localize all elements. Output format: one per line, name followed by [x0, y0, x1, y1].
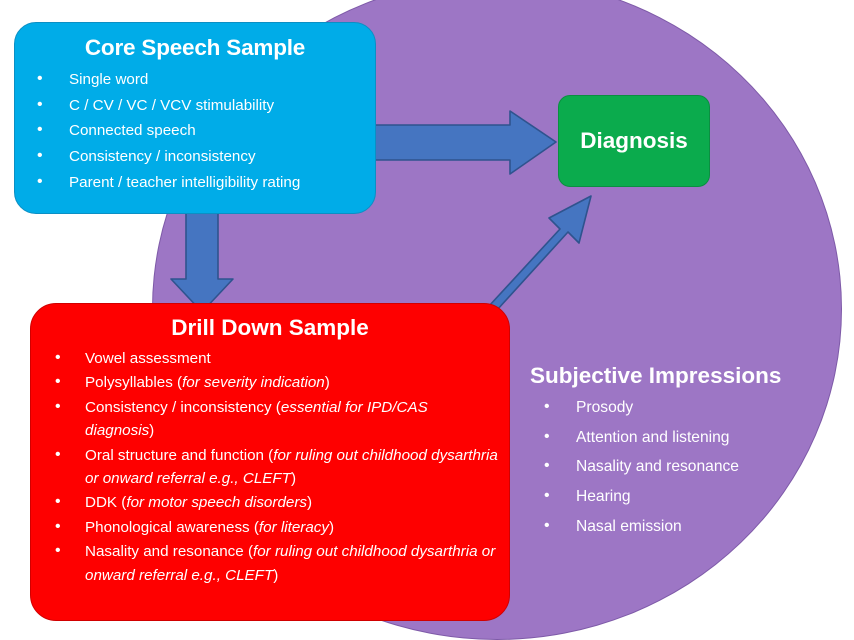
- item-after: ): [149, 422, 155, 440]
- drill-down-sample-list: Vowel assessment Polysyllables (for seve…: [41, 346, 499, 587]
- item-text: Oral structure and function (: [85, 446, 274, 464]
- list-item: Prosody: [528, 393, 828, 422]
- list-item: C / CV / VC / VCV stimulability: [23, 93, 367, 118]
- item-text: Vowel assessment: [85, 349, 211, 367]
- list-item: Consistency / inconsistency: [23, 144, 367, 169]
- item-text: Polysyllables (: [85, 374, 183, 392]
- item-note: for motor speech disorders: [126, 494, 307, 512]
- list-item: DDK (for motor speech disorders): [41, 490, 499, 515]
- item-after: ): [324, 374, 330, 392]
- item-text: Nasality and resonance (: [85, 543, 253, 561]
- list-item: Attention and listening: [528, 423, 828, 452]
- subjective-impressions-title: Subjective Impressions: [530, 363, 782, 388]
- item-text: Phonological awareness (: [85, 518, 259, 536]
- list-item: Nasality and resonance: [528, 452, 828, 481]
- item-after: ): [328, 518, 335, 536]
- core-speech-sample-title: Core Speech Sample: [84, 35, 306, 60]
- drill-down-sample-title: Drill Down Sample: [171, 315, 369, 340]
- item-after: ): [273, 566, 279, 584]
- drill-down-sample-box: Drill Down Sample Vowel assessment Polys…: [30, 303, 510, 621]
- item-note: for literacy: [258, 518, 329, 536]
- list-item: Oral structure and function (for ruling …: [41, 443, 499, 491]
- list-item: Nasality and resonance (for ruling out c…: [41, 539, 499, 587]
- subjective-impressions-list: Prosody Attention and listening Nasality…: [528, 393, 828, 541]
- subjective-impressions-block: Subjective Impressions Prosody Attention…: [528, 363, 828, 543]
- list-item: Vowel assessment: [41, 346, 499, 371]
- list-item: Connected speech: [23, 118, 367, 143]
- core-speech-sample-box: Core Speech Sample Single word C / CV / …: [14, 22, 376, 214]
- list-item: Single word: [23, 67, 367, 92]
- item-after: ): [307, 494, 313, 512]
- item-text: Consistency / inconsistency (: [85, 398, 281, 416]
- list-item: Nasal emission: [528, 512, 828, 541]
- item-text: DDK (: [85, 494, 127, 512]
- item-after: ): [290, 469, 297, 487]
- list-item: Phonological awareness (for literacy): [41, 515, 499, 540]
- list-item: Hearing: [528, 482, 828, 511]
- item-note: for severity indication: [182, 374, 325, 392]
- list-item: Polysyllables (for severity indication): [41, 370, 499, 395]
- diagnosis-box: Diagnosis: [558, 95, 710, 187]
- list-item: Parent / teacher intelligibility rating: [23, 170, 367, 195]
- core-speech-sample-list: Single word C / CV / VC / VCV stimulabil…: [23, 67, 367, 195]
- diagram-canvas: Core Speech Sample Single word C / CV / …: [0, 0, 854, 640]
- diagnosis-title: Diagnosis: [580, 128, 688, 154]
- list-item: Consistency / inconsistency (essential f…: [41, 395, 499, 443]
